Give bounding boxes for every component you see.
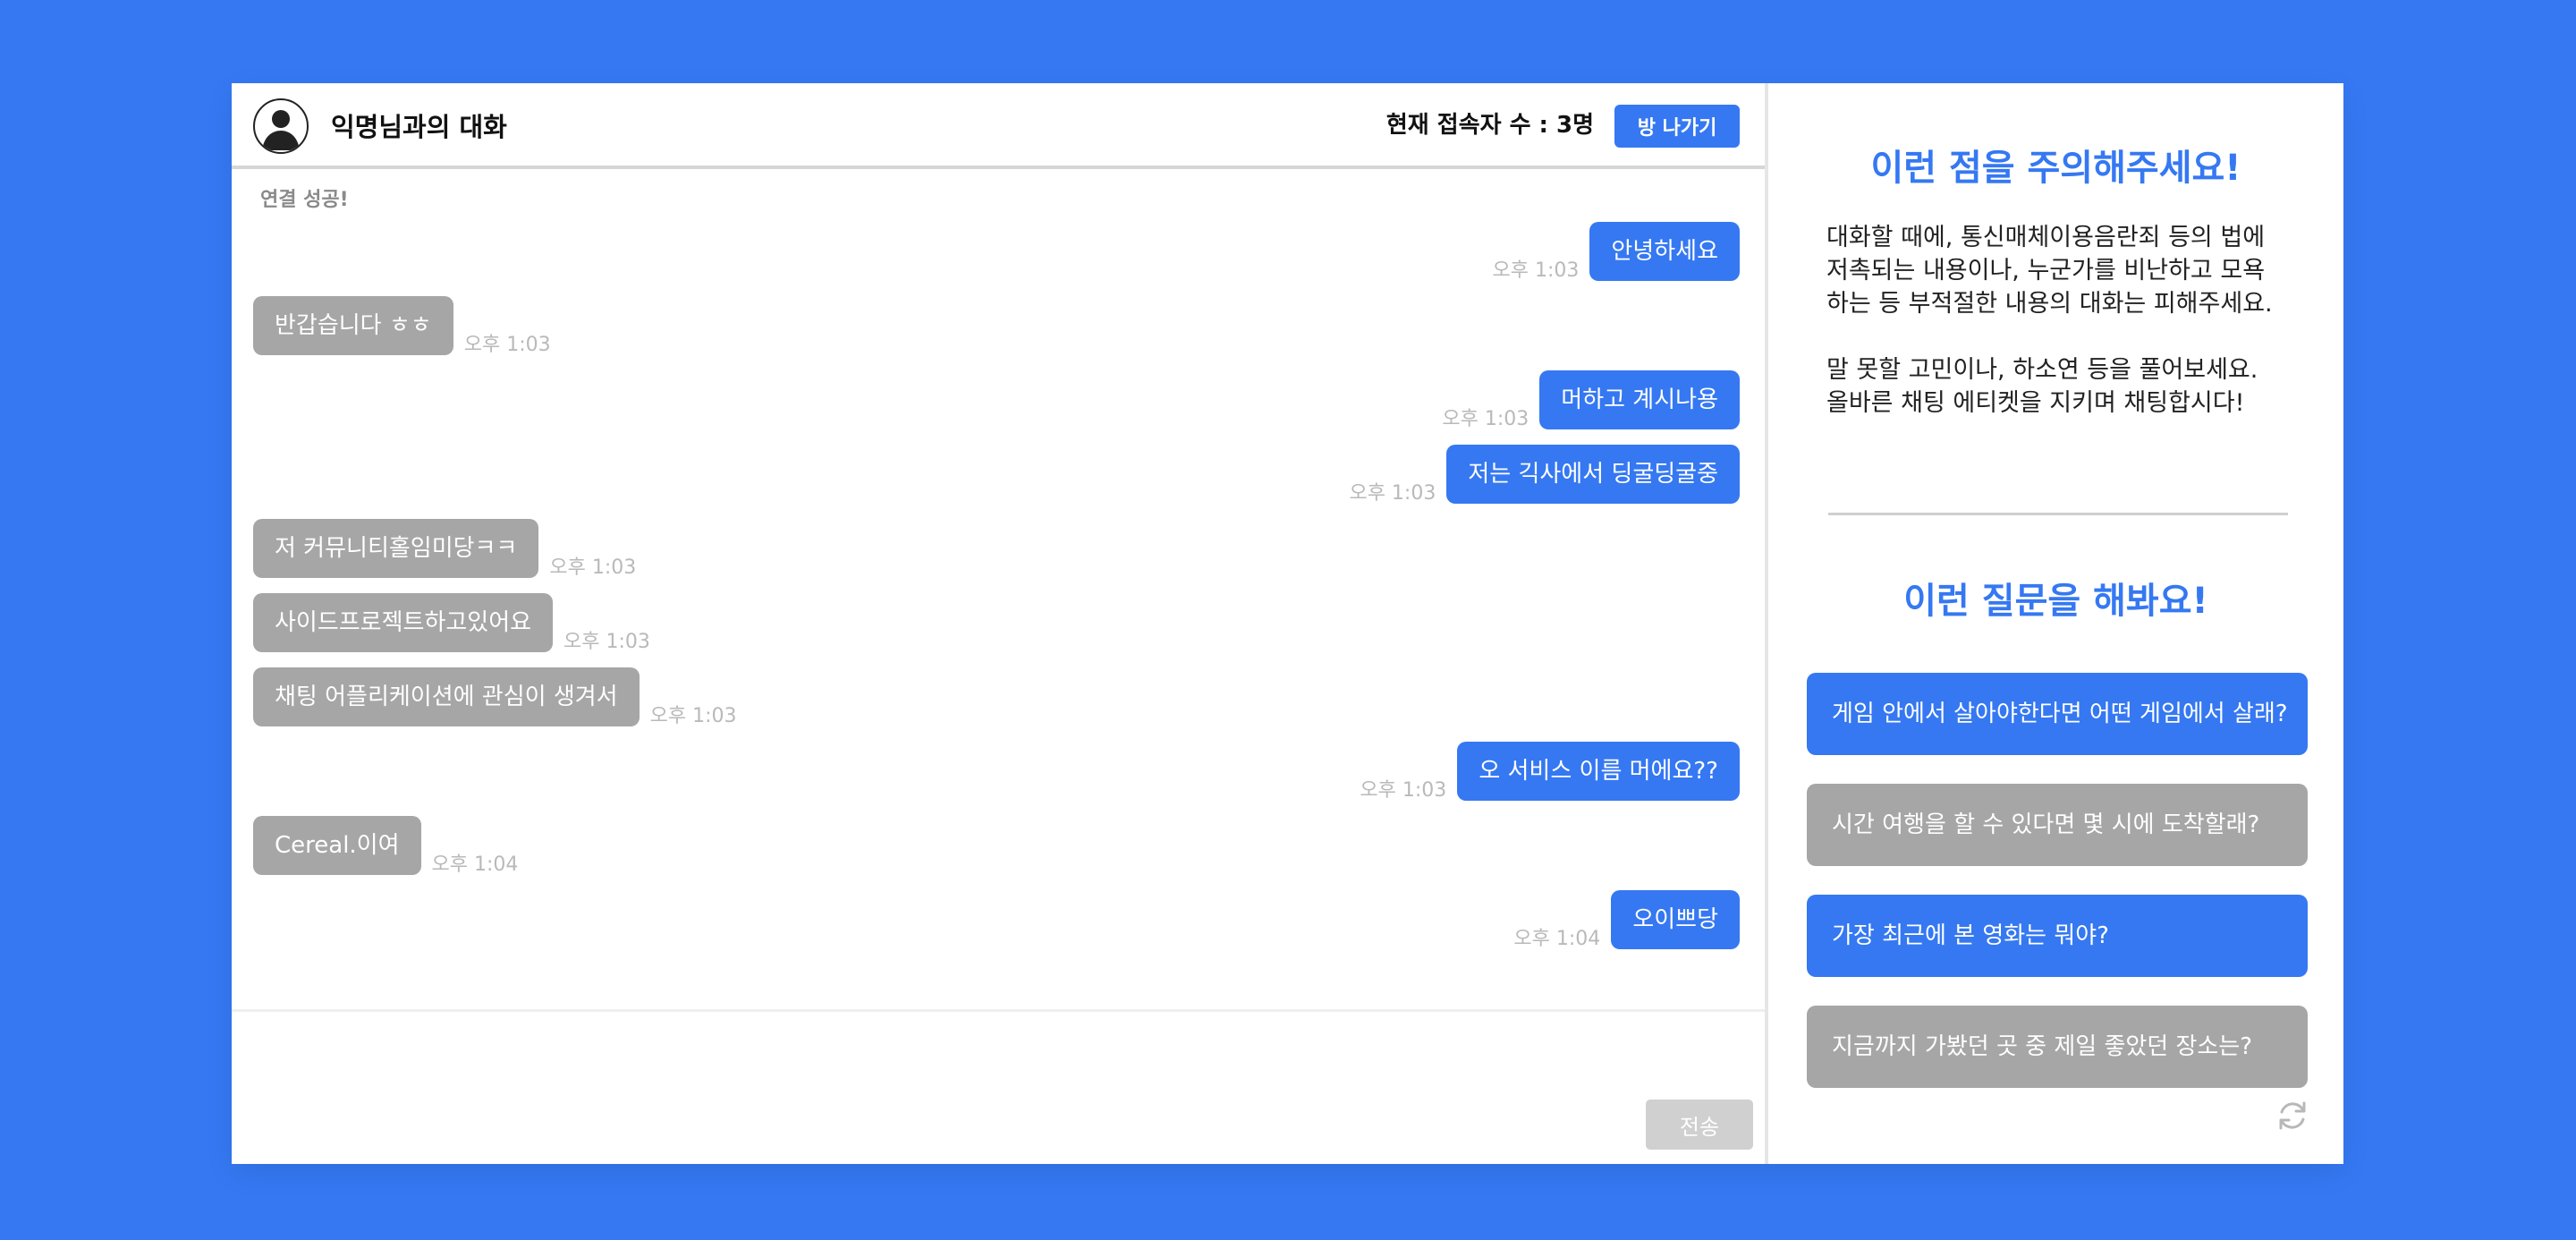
message-time: 오후 1:03 (1349, 482, 1436, 505)
message-bubble-received: Cereal.이여 (253, 816, 421, 875)
notice-line: 저촉되는 내용이나, 누군가를 비난하고 모욕 (1826, 257, 2266, 285)
send-button[interactable]: 전송 (1646, 1100, 1753, 1150)
message-time: 오후 1:03 (549, 556, 637, 579)
message-bubble-sent: 머하고 계시나용 (1539, 370, 1740, 429)
avatar (253, 98, 309, 154)
notice-line: 올바른 채팅 에티켓을 지키며 채팅합시다! (1826, 389, 2245, 417)
message-bubble-received: 반갑습니다 ㅎㅎ (253, 296, 453, 355)
notice-body: 대화할 때에, 통신매체이용음란죄 등의 법에 저촉되는 내용이나, 누군가를 … (1826, 221, 2309, 453)
chat-panel: 익명님과의 대화 현재 접속자 수 : 3명 방 나가기 연결 성공! 오후 1… (232, 83, 1768, 1164)
leave-room-button[interactable]: 방 나가기 (1614, 105, 1740, 148)
side-panel: 이런 점을 주의해주세요! 대화할 때에, 통신매체이용음란죄 등의 법에 저촉… (1768, 83, 2343, 1164)
message-row: Cereal.이여 오후 1:04 (253, 816, 518, 875)
message-time: 오후 1:03 (1492, 259, 1580, 282)
notice-title: 이런 점을 주의해주세요! (1870, 148, 2241, 189)
notice-line: 대화할 때에, 통신매체이용음란죄 등의 법에 (1826, 224, 2266, 251)
message-input-area: 전송 (232, 1009, 1765, 1164)
message-time: 오후 1:03 (649, 705, 737, 727)
message-bubble-received: 사이드프로젝트하고있어요 (253, 593, 554, 652)
app-frame: 익명님과의 대화 현재 접속자 수 : 3명 방 나가기 연결 성공! 오후 1… (232, 83, 2343, 1164)
refresh-icon[interactable] (2275, 1098, 2310, 1134)
message-row: 채팅 어플리케이션에 관심이 생겨서 오후 1:03 (253, 667, 737, 726)
suggested-question-button[interactable]: 시간 여행을 할 수 있다면 몇 시에 도착할래? (1807, 784, 2308, 866)
message-time: 오후 1:03 (463, 334, 551, 356)
message-time: 오후 1:03 (1442, 408, 1530, 430)
message-time: 오후 1:04 (431, 854, 519, 876)
notice-line: 말 못할 고민이나, 하소연 등을 풀어보세요. (1826, 356, 2258, 384)
message-bubble-sent: 저는 긱사에서 딩굴딩굴중 (1446, 445, 1740, 504)
message-row: 오후 1:03 안녕하세요 (1492, 222, 1740, 282)
questions-title: 이런 질문을 해봐요! (1903, 581, 2208, 622)
divider (1828, 513, 2288, 515)
message-row: 저 커뮤니티홀임미당ㅋㅋ 오후 1:03 (253, 519, 636, 578)
user-icon (262, 110, 300, 150)
message-bubble-sent: 오 서비스 이름 머에요?? (1457, 742, 1740, 801)
user-count: 현재 접속자 수 : 3명 (1385, 112, 1594, 139)
notice-line: 하는 등 부적절한 내용의 대화는 피해주세요. (1826, 290, 2273, 318)
message-bubble-sent: 오이쁘당 (1611, 890, 1740, 949)
message-row: 오후 1:03 오 서비스 이름 머에요?? (1360, 742, 1740, 801)
message-time: 오후 1:03 (1360, 779, 1447, 802)
message-row: 반갑습니다 ㅎㅎ 오후 1:03 (253, 296, 551, 355)
chat-header: 익명님과의 대화 현재 접속자 수 : 3명 방 나가기 (232, 83, 1765, 169)
system-message: 연결 성공! (260, 189, 349, 211)
notice-paragraph: 말 못할 고민이나, 하소연 등을 풀어보세요. 올바른 채팅 에티켓을 지키며… (1826, 353, 2309, 420)
notice-paragraph: 대화할 때에, 통신매체이용음란죄 등의 법에 저촉되는 내용이나, 누군가를 … (1826, 221, 2309, 320)
message-time: 오후 1:03 (564, 631, 650, 653)
message-row: 사이드프로젝트하고있어요 오후 1:03 (253, 593, 650, 652)
message-input[interactable] (241, 1021, 1640, 1150)
message-bubble-received: 저 커뮤니티홀임미당ㅋㅋ (253, 519, 539, 578)
message-bubble-sent: 안녕하세요 (1589, 222, 1740, 281)
suggested-question-button[interactable]: 지금까지 가봤던 곳 중 제일 좋았던 장소는? (1807, 1006, 2308, 1088)
message-row: 오후 1:04 오이쁘당 (1513, 890, 1740, 949)
chat-title: 익명님과의 대화 (331, 112, 507, 142)
message-bubble-received: 채팅 어플리케이션에 관심이 생겨서 (253, 667, 640, 726)
message-row: 오후 1:03 저는 긱사에서 딩굴딩굴중 (1349, 445, 1740, 504)
suggested-question-button[interactable]: 게임 안에서 살아야한다면 어떤 게임에서 살래? (1807, 673, 2308, 755)
message-row: 오후 1:03 머하고 계시나용 (1442, 370, 1740, 429)
suggested-question-button[interactable]: 가장 최근에 본 영화는 뭐야? (1807, 895, 2308, 977)
message-time: 오후 1:04 (1513, 928, 1601, 950)
